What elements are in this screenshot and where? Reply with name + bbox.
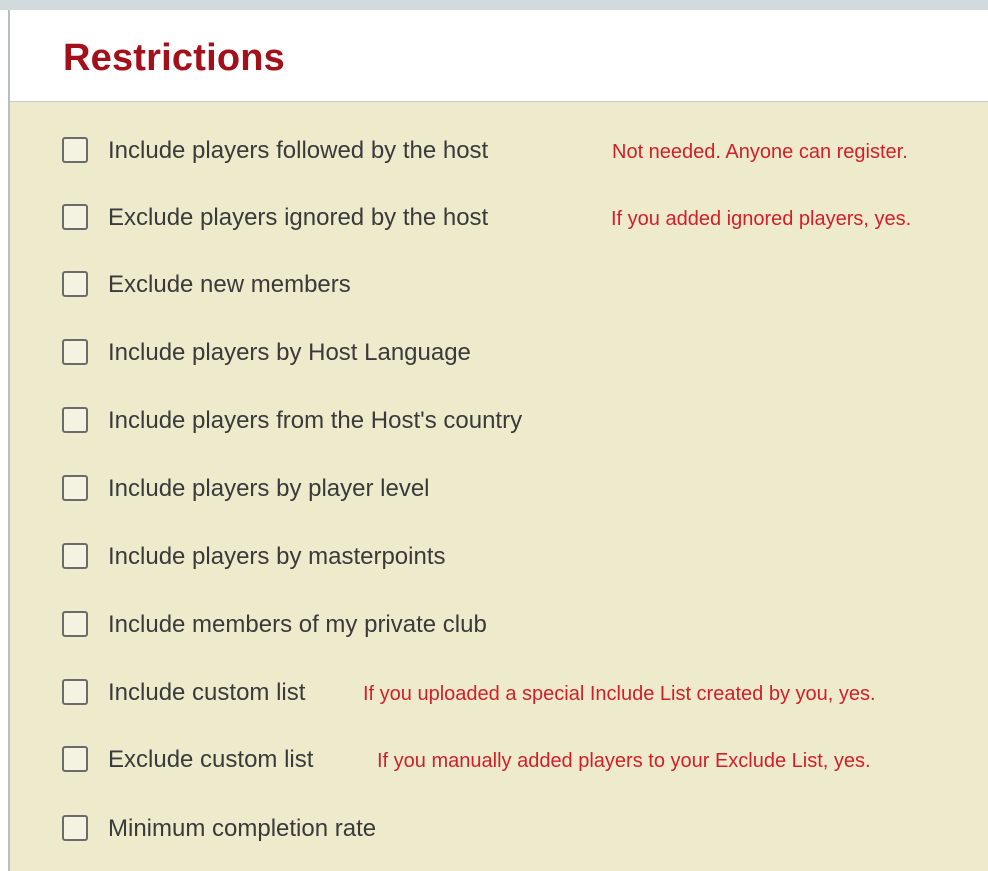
checkbox-exclude-custom-list[interactable] xyxy=(62,746,88,772)
label-private-club: Include members of my private club xyxy=(108,611,487,638)
checkbox-host-language[interactable] xyxy=(62,339,88,365)
checkbox-exclude-ignored[interactable] xyxy=(62,204,88,230)
label-masterpoints: Include players by masterpoints xyxy=(108,543,446,570)
restriction-row-private-club[interactable]: Include members of my private club xyxy=(10,603,988,647)
label-completion-rate: Minimum completion rate xyxy=(108,815,377,842)
restrictions-panel: Include players followed by the host Not… xyxy=(10,102,988,871)
label-host-language: Include players by Host Language xyxy=(108,339,471,366)
restriction-row-player-level[interactable]: Include players by player level xyxy=(10,467,988,511)
section-header: Restrictions xyxy=(10,10,988,102)
note-include-followed: Not needed. Anyone can register. xyxy=(612,141,908,163)
checkbox-include-followed[interactable] xyxy=(62,137,88,163)
window-top-strip xyxy=(0,0,988,10)
label-include-custom-list: Include custom list xyxy=(108,679,306,706)
checkbox-host-country[interactable] xyxy=(62,407,88,433)
section-title: Restrictions xyxy=(63,37,286,79)
label-exclude-new-members: Exclude new members xyxy=(108,271,351,298)
checkbox-exclude-new-members[interactable] xyxy=(62,271,88,297)
label-player-level: Include players by player level xyxy=(108,475,430,502)
restriction-row-include-custom-list[interactable]: Include custom list If you uploaded a sp… xyxy=(10,671,988,715)
label-host-country: Include players from the Host's country xyxy=(108,407,523,434)
restriction-row-exclude-custom-list[interactable]: Exclude custom list If you manually adde… xyxy=(10,738,988,782)
restriction-row-masterpoints[interactable]: Include players by masterpoints xyxy=(10,535,988,579)
restriction-row-completion-rate[interactable]: Minimum completion rate xyxy=(10,807,988,851)
restriction-row-exclude-ignored[interactable]: Exclude players ignored by the host If y… xyxy=(10,196,988,240)
restrictions-screen: Restrictions Include players followed by… xyxy=(0,0,988,871)
note-include-custom-list: If you uploaded a special Include List c… xyxy=(363,683,876,705)
label-exclude-ignored: Exclude players ignored by the host xyxy=(108,204,489,231)
note-exclude-custom-list: If you manually added players to your Ex… xyxy=(377,750,871,772)
checkbox-completion-rate[interactable] xyxy=(62,815,88,841)
label-exclude-custom-list: Exclude custom list xyxy=(108,746,314,773)
restriction-row-host-language[interactable]: Include players by Host Language xyxy=(10,331,988,375)
checkbox-include-custom-list[interactable] xyxy=(62,679,88,705)
checkbox-private-club[interactable] xyxy=(62,611,88,637)
restriction-row-host-country[interactable]: Include players from the Host's country xyxy=(10,399,988,443)
label-include-followed: Include players followed by the host xyxy=(108,137,489,164)
checkbox-player-level[interactable] xyxy=(62,475,88,501)
note-exclude-ignored: If you added ignored players, yes. xyxy=(611,208,912,230)
restriction-row-exclude-new-members[interactable]: Exclude new members xyxy=(10,263,988,307)
checkbox-masterpoints[interactable] xyxy=(62,543,88,569)
restriction-row-include-followed[interactable]: Include players followed by the host Not… xyxy=(10,129,988,173)
